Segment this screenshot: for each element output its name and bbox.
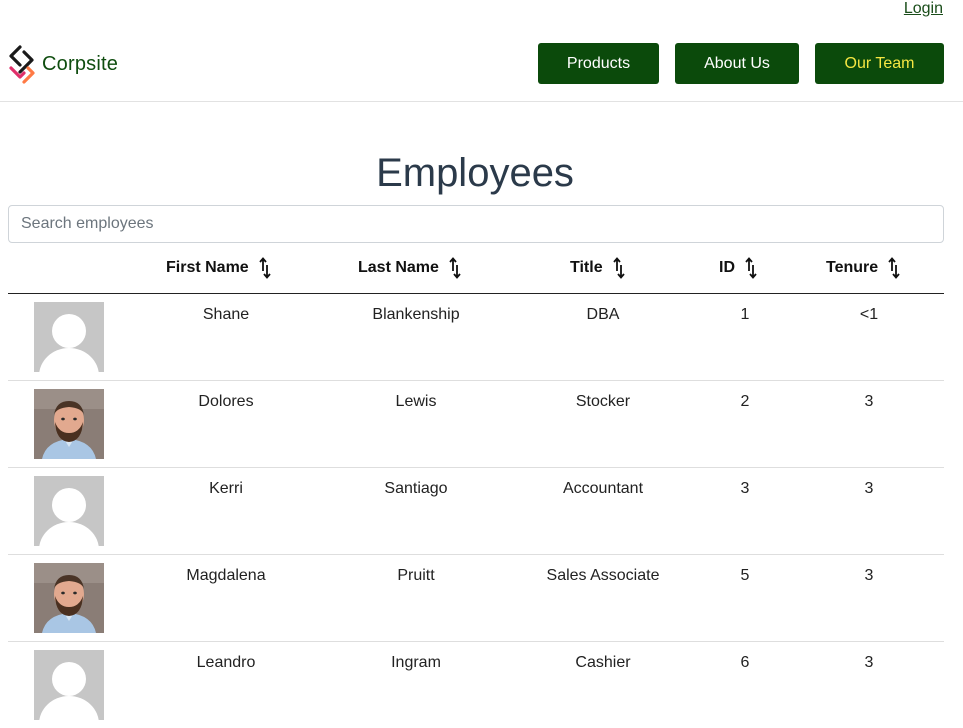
page-title: Employees [376, 151, 574, 195]
last-name-cell: Ingram [391, 654, 441, 671]
column-header-id[interactable]: ID [719, 256, 757, 280]
column-header-first-name[interactable]: First Name [166, 256, 271, 280]
id-cell: 2 [740, 393, 750, 410]
id-cell: 6 [740, 654, 750, 671]
column-label: First Name [166, 259, 249, 276]
topbar: Login [904, 0, 943, 20]
table-row[interactable]: Magdalena Pruitt Sales Associate 5 3 [8, 555, 944, 642]
search-input[interactable] [8, 205, 944, 243]
placeholder-avatar [34, 650, 104, 720]
title-cell: Sales Associate [546, 567, 660, 584]
person-placeholder-icon [34, 476, 104, 546]
nav-about-button[interactable]: About Us [675, 43, 799, 84]
nav-products-button[interactable]: Products [538, 43, 659, 84]
sort-icon [888, 257, 900, 279]
table-row[interactable]: Shane Blankenship DBA 1 <1 [8, 294, 944, 381]
table-row[interactable]: Dolores Lewis Stocker 2 3 [8, 381, 944, 468]
id-cell: 5 [740, 567, 750, 584]
photo-avatar [34, 389, 104, 459]
sort-icon [259, 257, 271, 279]
table-header: First Name Last Name Title ID Tenure [8, 244, 944, 294]
placeholder-avatar [34, 302, 104, 372]
tenure-cell: 3 [864, 480, 874, 497]
title-cell: DBA [586, 306, 620, 323]
table-row[interactable]: Kerri Santiago Accountant 3 3 [8, 468, 944, 555]
first-name-cell: Magdalena [186, 567, 266, 584]
table-row[interactable]: Leandro Ingram Cashier 6 3 [8, 642, 944, 728]
sort-icon [449, 257, 461, 279]
tenure-cell: 3 [864, 393, 874, 410]
column-label: Title [570, 259, 603, 276]
first-name-cell: Dolores [198, 393, 254, 410]
person-placeholder-icon [34, 302, 104, 372]
employees-table: First Name Last Name Title ID Tenure Sha… [8, 244, 944, 728]
column-header-tenure[interactable]: Tenure [826, 256, 900, 280]
corpsite-logo-icon [9, 45, 35, 84]
id-cell: 1 [740, 306, 750, 323]
tenure-cell: <1 [859, 306, 879, 323]
person-photo-icon [34, 563, 104, 633]
brand-logo[interactable]: Corpsite [8, 44, 118, 84]
id-cell: 3 [740, 480, 750, 497]
placeholder-avatar [34, 476, 104, 546]
site-header: Corpsite Products About Us Our Team [0, 28, 963, 102]
sort-icon [745, 257, 757, 279]
title-cell: Cashier [575, 654, 631, 671]
title-cell: Accountant [562, 480, 644, 497]
tenure-cell: 3 [864, 567, 874, 584]
column-label: ID [719, 259, 735, 276]
first-name-cell: Leandro [196, 654, 256, 671]
tenure-cell: 3 [864, 654, 874, 671]
last-name-cell: Lewis [395, 393, 437, 410]
title-cell: Stocker [575, 393, 631, 410]
photo-avatar [34, 563, 104, 633]
login-link[interactable]: Login [904, 0, 943, 17]
person-photo-icon [34, 389, 104, 459]
column-header-last-name[interactable]: Last Name [358, 256, 461, 280]
column-label: Tenure [826, 259, 879, 276]
last-name-cell: Blankenship [372, 306, 460, 323]
last-name-cell: Pruitt [397, 567, 435, 584]
person-placeholder-icon [34, 650, 104, 720]
brand-name: Corpsite [42, 52, 119, 75]
sort-icon [612, 257, 625, 279]
nav-our-team-button[interactable]: Our Team [815, 43, 944, 84]
last-name-cell: Santiago [384, 480, 448, 497]
main-nav: Products About Us Our Team [538, 43, 944, 84]
first-name-cell: Kerri [209, 480, 243, 497]
column-label: Last Name [358, 259, 439, 276]
column-header-title[interactable]: Title [570, 256, 625, 280]
first-name-cell: Shane [202, 306, 250, 323]
